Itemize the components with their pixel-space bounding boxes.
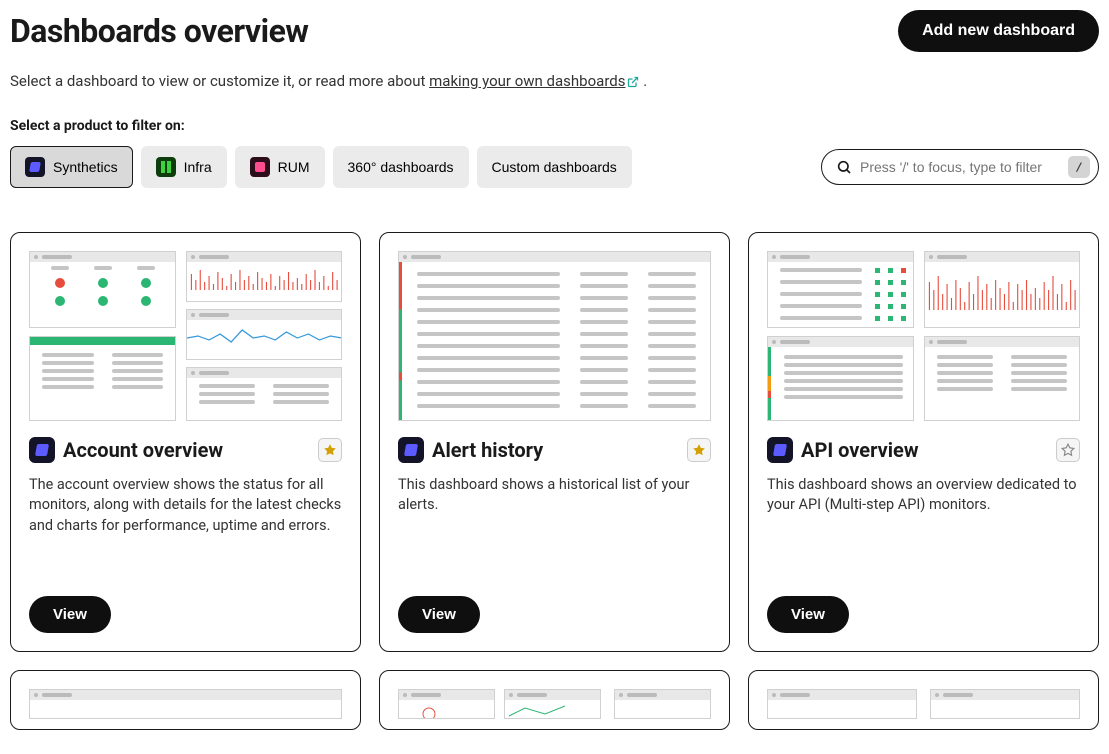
dashboard-card-api-overview: API overview This dashboard shows an ove…	[748, 232, 1099, 652]
docs-link[interactable]: making your own dashboards	[429, 72, 639, 90]
dashboard-card-partial	[748, 670, 1099, 730]
search-icon	[836, 159, 852, 175]
chip-synthetics[interactable]: Synthetics	[10, 146, 133, 188]
dashboard-card-partial	[379, 670, 730, 730]
chip-rum[interactable]: RUM	[235, 146, 325, 188]
search-input[interactable]	[860, 159, 1060, 175]
card-title: Alert history	[432, 438, 679, 462]
star-icon	[692, 443, 706, 457]
synthetics-icon	[29, 437, 55, 463]
filter-label: Select a product to filter on:	[10, 118, 1099, 134]
infra-icon	[156, 157, 176, 177]
dashboard-card-alert-history: Alert history This dashboard shows a his…	[379, 232, 730, 652]
search-box[interactable]: /	[821, 149, 1099, 185]
rum-icon	[250, 157, 270, 177]
search-kbd-hint: /	[1068, 156, 1090, 178]
chip-custom[interactable]: Custom dashboards	[477, 146, 632, 188]
card-description: This dashboard shows an overview dedicat…	[767, 475, 1080, 580]
card-thumbnail	[29, 251, 342, 421]
chip-infra[interactable]: Infra	[141, 146, 227, 188]
intro-text: Select a dashboard to view or customize …	[10, 72, 1099, 90]
synthetics-icon	[398, 437, 424, 463]
view-button[interactable]: View	[29, 596, 111, 633]
card-title: Account overview	[63, 438, 310, 462]
intro-suffix: .	[639, 72, 647, 90]
filter-chips: Synthetics Infra RUM 360° dashboards Cus…	[10, 146, 632, 188]
card-thumbnail	[767, 251, 1080, 421]
star-icon	[1061, 443, 1075, 457]
favorite-button[interactable]	[1056, 438, 1080, 462]
card-description: This dashboard shows a historical list o…	[398, 475, 711, 580]
card-title: API overview	[801, 438, 1048, 462]
view-button[interactable]: View	[767, 596, 849, 633]
chip-360[interactable]: 360° dashboards	[333, 146, 469, 188]
favorite-button[interactable]	[687, 438, 711, 462]
external-link-icon	[627, 76, 639, 88]
dashboard-card-account-overview: Account overview The account overview sh…	[10, 232, 361, 652]
card-thumbnail	[398, 251, 711, 421]
star-icon	[323, 443, 337, 457]
page-title: Dashboards overview	[10, 12, 308, 50]
synthetics-icon	[25, 157, 45, 177]
dashboard-card-partial	[10, 670, 361, 730]
add-dashboard-button[interactable]: Add new dashboard	[898, 10, 1099, 52]
view-button[interactable]: View	[398, 596, 480, 633]
intro-prefix: Select a dashboard to view or customize …	[10, 72, 429, 90]
favorite-button[interactable]	[318, 438, 342, 462]
card-description: The account overview shows the status fo…	[29, 475, 342, 580]
synthetics-icon	[767, 437, 793, 463]
